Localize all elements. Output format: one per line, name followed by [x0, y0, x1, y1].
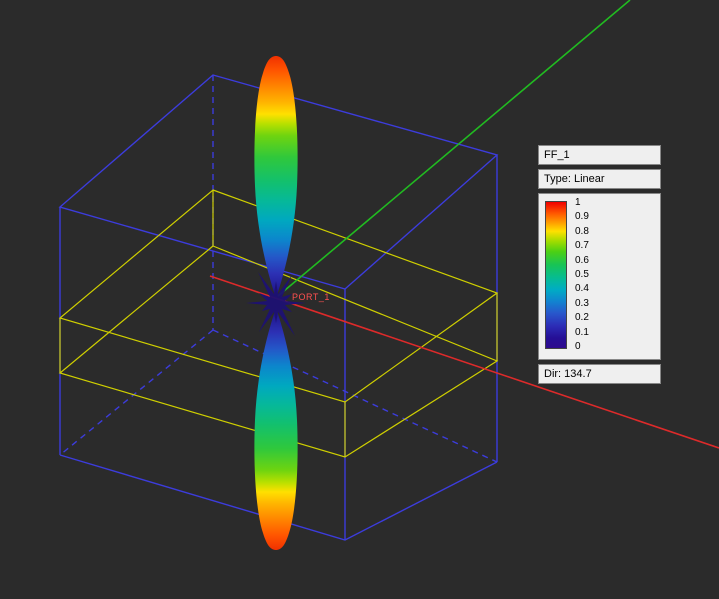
colorbar-tick: 0.6 [575, 256, 589, 266]
farfield-lower-lobe [254, 308, 297, 550]
colorbar-tick: 1 [575, 198, 589, 208]
legend-directivity: Dir: 134.7 [538, 364, 661, 384]
colorbar-tick: 0.5 [575, 270, 589, 280]
colorbar-tick: 0.9 [575, 212, 589, 222]
colorbar-tick: 0.7 [575, 241, 589, 251]
colorbar-tick: 0.8 [575, 227, 589, 237]
colorbar-tick: 0.4 [575, 284, 589, 294]
colorbar-tick: 0 [575, 342, 589, 352]
3d-viewport[interactable]: PORT_1 FF_1 Type: Linear 1 0.9 0.8 0.7 0… [0, 0, 719, 599]
farfield-upper-lobe [254, 56, 297, 298]
colorbar-ticks: 1 0.9 0.8 0.7 0.6 0.5 0.4 0.3 0.2 0.1 0 [575, 198, 589, 352]
legend-title: FF_1 [538, 145, 661, 165]
colorbar-gradient [545, 201, 567, 349]
colorbar-tick: 0.3 [575, 299, 589, 309]
colorbar-tick: 0.1 [575, 328, 589, 338]
legend-type: Type: Linear [538, 169, 661, 189]
colorbar-tick: 0.2 [575, 313, 589, 323]
legend-colorbar: 1 0.9 0.8 0.7 0.6 0.5 0.4 0.3 0.2 0.1 0 [538, 193, 661, 360]
port-label: PORT_1 [292, 292, 330, 302]
results-legend: FF_1 Type: Linear 1 0.9 0.8 0.7 0.6 0.5 … [538, 145, 661, 384]
